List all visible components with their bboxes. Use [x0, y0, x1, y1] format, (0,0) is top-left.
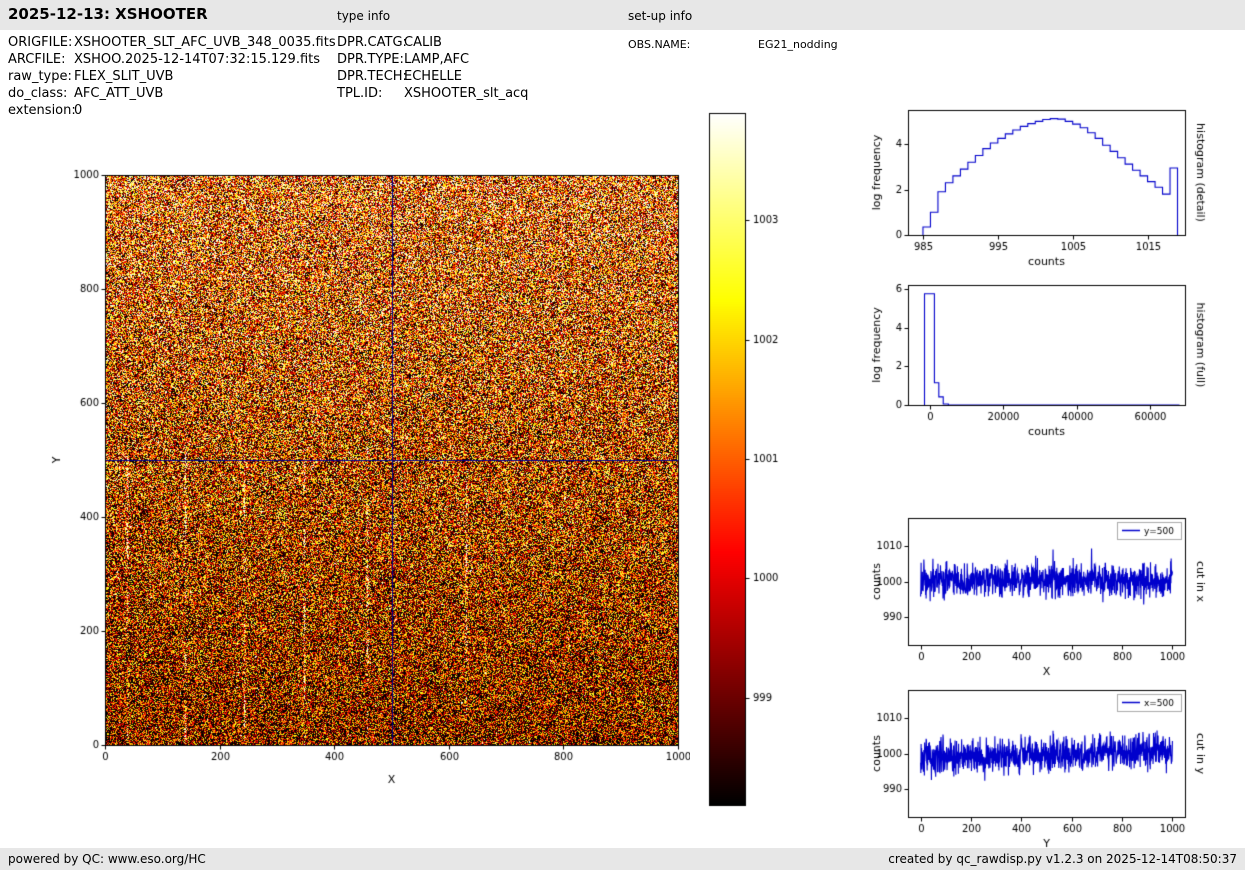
metadata-value: EG21_nodding: [758, 38, 838, 51]
colorbar-canvas: [705, 105, 790, 815]
metadata-value: XSHOOTER_slt_acq: [404, 86, 529, 101]
footer-bar: powered by QC: www.eso.org/HC created by…: [0, 848, 1245, 870]
metadata-row: ORIGFILE: XSHOOTER_SLT_AFC_UVB_348_0035.f…: [8, 34, 336, 51]
metadata-row: DPR.TYPE:LAMP,AFC: [337, 51, 528, 68]
footer-created-by: created by qc_rawdisp.py v1.2.3 on 2025-…: [888, 852, 1237, 866]
metadata-row: ARCFILE: XSHOO.2025-12-14T07:32:15.129.fi…: [8, 51, 336, 68]
cut-in-x-canvas: [865, 506, 1210, 676]
metadata-key: OBS.NAME:: [628, 38, 691, 51]
raw-image-canvas: [40, 160, 690, 810]
metadata-key: do_class:: [8, 86, 68, 101]
metadata-key: DPR.TECH:: [337, 69, 407, 84]
metadata-key: DPR.TYPE:: [337, 52, 404, 67]
metadata-value: XSHOO.2025-12-14T07:32:15.129.fits: [74, 52, 321, 67]
type-info-heading: type info: [337, 9, 391, 23]
qc-report-page: 2025-12-13: XSHOOTER type info set-up in…: [0, 0, 1245, 870]
metadata-row: DPR.TECH:ECHELLE: [337, 68, 528, 85]
cut-in-y-canvas: [865, 676, 1210, 848]
histogram-full-canvas: [865, 273, 1210, 453]
metadata-row: OBS.NAME: EG21_nodding: [628, 36, 838, 53]
footer-powered-by: powered by QC: www.eso.org/HC: [8, 852, 206, 866]
file-metadata-block: ORIGFILE: XSHOOTER_SLT_AFC_UVB_348_0035.f…: [8, 34, 336, 119]
metadata-value: ECHELLE: [404, 69, 462, 84]
metadata-row: TPL.ID: XSHOOTER_slt_acq: [337, 85, 528, 102]
metadata-value: AFC_ATT_UVB: [74, 86, 164, 101]
metadata-value: CALIB: [404, 35, 442, 50]
metadata-key: DPR.CATG:: [337, 35, 407, 50]
metadata-row: DPR.CATG:CALIB: [337, 34, 528, 51]
header-bar: 2025-12-13: XSHOOTER type info set-up in…: [0, 0, 1245, 30]
metadata-key: raw_type:: [8, 69, 72, 84]
metadata-value: LAMP,AFC: [404, 52, 470, 67]
metadata-value: XSHOOTER_SLT_AFC_UVB_348_0035.fits: [74, 35, 336, 50]
metadata-row: extension:0: [8, 102, 336, 119]
page-title: 2025-12-13: XSHOOTER: [8, 5, 208, 23]
setup-info-heading: set-up info: [628, 9, 693, 23]
dpr-metadata-block: DPR.CATG:CALIB DPR.TYPE:LAMP,AFC DPR.TEC…: [337, 34, 528, 102]
metadata-key: extension:: [8, 103, 76, 118]
metadata-row: raw_type: FLEX_SLIT_UVB: [8, 68, 336, 85]
metadata-row: do_class: AFC_ATT_UVB: [8, 85, 336, 102]
metadata-value: FLEX_SLIT_UVB: [74, 69, 174, 84]
obs-metadata-block: OBS.NAME: EG21_nodding: [628, 36, 838, 53]
metadata-value: 0: [74, 103, 83, 118]
metadata-key: TPL.ID:: [337, 86, 383, 101]
metadata-key: ARCFILE:: [8, 52, 66, 67]
histogram-detail-canvas: [865, 98, 1210, 278]
metadata-key: ORIGFILE:: [8, 35, 73, 50]
